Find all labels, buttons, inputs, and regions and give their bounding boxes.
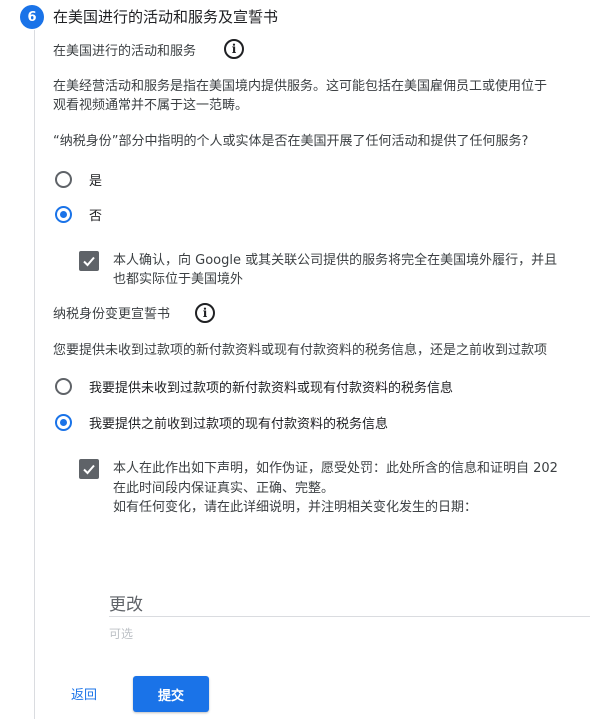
declaration-line2: 在此时间段内保证真实、正确、完整。 xyxy=(113,481,335,496)
declaration-line1: 本人在此作出如下声明，如作伪证，愿受处罚：此处所含的信息和证明自 202 xyxy=(113,461,558,476)
radio-no-label: 否 xyxy=(89,209,103,224)
checkmark-icon xyxy=(83,256,95,267)
activities-description-line1: 在美经营活动和服务是指在美国境内提供服务。这可能包括在美国雇佣员工或使用位于 xyxy=(53,79,548,94)
confirm-outside-us-checkbox[interactable] xyxy=(79,251,99,271)
checkmark-icon xyxy=(83,464,95,475)
tax-change-question: 您要提供未收到过款项的新付款资料或现有付款资料的税务信息，还是之前收到过款项 xyxy=(53,343,548,358)
changes-field[interactable]: 更改 xyxy=(109,590,143,615)
radio-existing-paid-profile-label: 我要提供之前收到过款项的现有付款资料的税务信息 xyxy=(89,417,389,432)
declaration-checkbox[interactable] xyxy=(79,459,99,479)
radio-no[interactable] xyxy=(55,206,72,223)
step-rail xyxy=(34,30,35,719)
changes-field-hint: 可选 xyxy=(109,627,134,641)
activities-heading: 在美国进行的活动和服务 xyxy=(53,44,197,59)
radio-yes[interactable] xyxy=(55,171,72,188)
confirm-outside-us-line2: 也都实际位于美国境外 xyxy=(113,272,244,287)
info-icon[interactable]: i xyxy=(224,39,244,59)
changes-field-underline xyxy=(109,616,590,617)
step-number-badge: 6 xyxy=(20,5,44,29)
back-button[interactable]: 返回 xyxy=(71,684,97,703)
info-icon[interactable]: i xyxy=(195,303,215,323)
confirm-outside-us-line1: 本人确认，向 Google 或其关联公司提供的服务将完全在美国境外履行，并且 xyxy=(113,253,558,268)
submit-button[interactable]: 提交 xyxy=(133,676,209,712)
radio-existing-paid-profile[interactable] xyxy=(55,414,72,431)
activities-description-line2: 观看视频通常并不属于这一范畴。 xyxy=(53,98,249,113)
radio-new-payment-profile[interactable] xyxy=(55,378,72,395)
step-title: 在美国进行的活动和服务及宣誓书 xyxy=(53,8,279,26)
radio-new-payment-profile-label: 我要提供未收到过款项的新付款资料或现有付款资料的税务信息 xyxy=(89,381,454,396)
radio-yes-label: 是 xyxy=(89,174,103,189)
tax-change-heading: 纳税身份变更宣誓书 xyxy=(53,307,171,322)
declaration-line3: 如有任何变化，请在此详细说明，并注明相关变化发生的日期： xyxy=(113,500,478,515)
activities-question: “纳税身份”部分中指明的个人或实体是否在美国开展了任何活动和提供了任何服务? xyxy=(53,134,529,149)
